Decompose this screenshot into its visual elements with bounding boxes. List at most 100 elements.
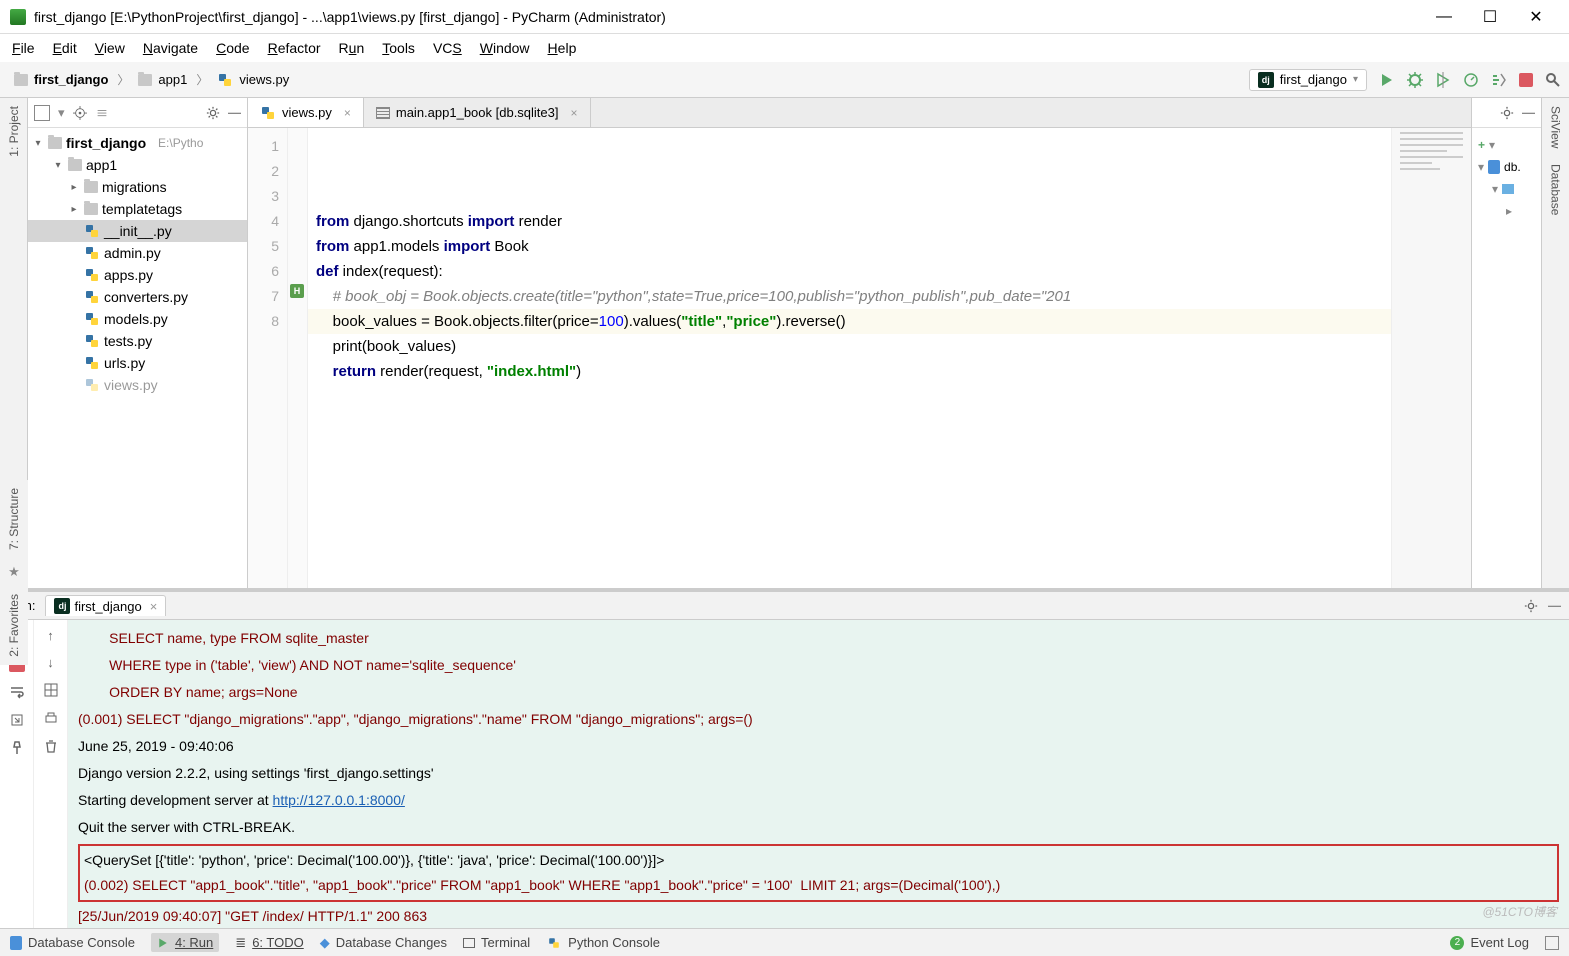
breadcrumb-app1[interactable]: app1 xyxy=(132,70,193,89)
tree-file-admin[interactable]: admin.py xyxy=(28,242,247,264)
gear-icon[interactable] xyxy=(1524,599,1538,613)
sb-python-console[interactable]: Python Console xyxy=(546,935,660,951)
python-icon xyxy=(217,72,233,88)
run-tab[interactable]: dj first_django × xyxy=(45,595,166,616)
locate-icon[interactable] xyxy=(73,106,87,120)
menu-navigate[interactable]: Navigate xyxy=(143,40,198,56)
line-number-gutter[interactable]: 12345678 xyxy=(248,128,288,588)
sb-db-console[interactable]: Database Console xyxy=(10,935,135,950)
db-node[interactable]: ▾db. xyxy=(1478,156,1535,178)
database-icon xyxy=(10,936,22,950)
up-arrow-icon[interactable]: ↑ xyxy=(47,628,54,643)
menu-code[interactable]: Code xyxy=(216,40,249,56)
tree-root[interactable]: ▾first_django E:\Pytho xyxy=(28,132,247,154)
chevron-down-icon: ▾ xyxy=(1353,74,1358,85)
pycharm-icon xyxy=(10,9,26,25)
database-tab[interactable]: Database xyxy=(1547,156,1565,223)
close-icon[interactable]: × xyxy=(344,106,351,120)
down-arrow-icon[interactable]: ↓ xyxy=(47,655,54,670)
debug-icon[interactable] xyxy=(1407,72,1423,88)
tree-migrations[interactable]: ▸migrations xyxy=(28,176,247,198)
minimize-button[interactable]: — xyxy=(1421,2,1467,32)
event-count-badge: 2 xyxy=(1450,936,1464,950)
scroll-to-end-icon[interactable] xyxy=(9,712,25,728)
scope-icon[interactable] xyxy=(34,105,50,121)
close-icon[interactable]: × xyxy=(150,599,158,614)
stop-icon[interactable] xyxy=(1519,73,1533,87)
pin-icon[interactable] xyxy=(9,740,25,756)
run-nav: ↑ ↓ xyxy=(34,620,68,928)
project-tree[interactable]: ▾first_django E:\Pytho ▾app1 ▸migrations… xyxy=(28,128,247,588)
tab-db[interactable]: main.app1_book [db.sqlite3]× xyxy=(364,98,591,127)
menu-vcs[interactable]: VCS xyxy=(433,40,462,56)
trash-icon[interactable] xyxy=(43,738,59,754)
tree-file-models[interactable]: models.py xyxy=(28,308,247,330)
menu-edit[interactable]: Edit xyxy=(53,40,77,56)
table-icon xyxy=(376,107,390,119)
hide-icon[interactable]: — xyxy=(1548,598,1561,613)
tree-file-tests[interactable]: tests.py xyxy=(28,330,247,352)
project-toolwindow-tab[interactable]: 1: Project xyxy=(5,98,23,165)
hide-icon[interactable]: — xyxy=(1522,105,1535,120)
menu-window[interactable]: Window xyxy=(480,40,530,56)
menu-tools[interactable]: Tools xyxy=(382,40,415,56)
tree-app1[interactable]: ▾app1 xyxy=(28,154,247,176)
profile-icon[interactable] xyxy=(1463,72,1479,88)
tree-file-views[interactable]: views.py xyxy=(28,374,247,396)
db-subnode[interactable]: ▾ xyxy=(1478,178,1535,200)
sb-terminal[interactable]: Terminal xyxy=(463,935,530,950)
search-everywhere-icon[interactable] xyxy=(1545,72,1561,88)
tree-file-init[interactable]: __init__.py xyxy=(28,220,247,242)
db-add[interactable]: +▾ xyxy=(1478,134,1535,156)
hide-icon[interactable]: — xyxy=(228,105,241,120)
close-button[interactable]: ✕ xyxy=(1513,2,1559,32)
breadcrumb-root[interactable]: first_django xyxy=(8,70,114,89)
sb-todo[interactable]: ≣6: TODO xyxy=(235,935,303,951)
maximize-button[interactable]: ☐ xyxy=(1467,2,1513,32)
sb-event-log[interactable]: 2Event Log xyxy=(1450,935,1529,950)
python-icon xyxy=(260,105,276,121)
tree-file-converters[interactable]: converters.py xyxy=(28,286,247,308)
coverage-icon[interactable] xyxy=(1435,72,1451,88)
gear-icon[interactable] xyxy=(206,106,220,120)
editor-tabs: views.py× main.app1_book [db.sqlite3]× xyxy=(248,98,1471,128)
menu-run[interactable]: Run xyxy=(339,40,365,56)
marker-gutter[interactable]: H xyxy=(288,128,308,588)
concurrent-icon[interactable] xyxy=(1491,72,1507,88)
soft-wrap-icon[interactable] xyxy=(9,684,25,700)
dropdown-icon[interactable]: ▾ xyxy=(58,105,65,121)
run-icon[interactable] xyxy=(1379,72,1395,88)
tree-templatetags[interactable]: ▸templatetags xyxy=(28,198,247,220)
menubar: File Edit View Navigate Code Refactor Ru… xyxy=(0,34,1569,62)
layout-icon[interactable] xyxy=(43,682,59,698)
menu-view[interactable]: View xyxy=(95,40,125,56)
run-config-selector[interactable]: dj first_django ▾ xyxy=(1249,69,1367,91)
minimap[interactable] xyxy=(1391,128,1471,588)
tree-file-apps[interactable]: apps.py xyxy=(28,264,247,286)
code-editor[interactable]: from django.shortcuts import render from… xyxy=(308,128,1391,588)
run-actions xyxy=(0,620,34,928)
star-icon[interactable]: ★ xyxy=(2,558,26,586)
tab-views[interactable]: views.py× xyxy=(248,98,364,127)
server-url-link[interactable]: http://127.0.0.1:8000/ xyxy=(273,792,405,808)
gear-icon[interactable] xyxy=(1500,106,1514,120)
print-icon[interactable] xyxy=(43,710,59,726)
database-icon xyxy=(1488,160,1500,174)
folder-icon xyxy=(14,74,28,86)
tree-file-urls[interactable]: urls.py xyxy=(28,352,247,374)
sb-run[interactable]: 4: Run xyxy=(151,933,219,952)
close-icon[interactable]: × xyxy=(571,106,578,120)
breadcrumb-file[interactable]: views.py xyxy=(211,70,295,90)
menu-help[interactable]: Help xyxy=(548,40,577,56)
menu-file[interactable]: File xyxy=(12,40,35,56)
sb-db-changes[interactable]: ◆Database Changes xyxy=(320,935,447,951)
menu-refactor[interactable]: Refactor xyxy=(268,40,321,56)
structure-tab[interactable]: 7: Structure xyxy=(5,480,23,558)
http-marker-icon[interactable]: H xyxy=(290,284,304,298)
django-icon: dj xyxy=(1258,72,1274,88)
sciview-tab[interactable]: SciView xyxy=(1547,98,1565,156)
run-console[interactable]: SELECT name, type FROM sqlite_master WHE… xyxy=(68,620,1569,928)
collapse-all-icon[interactable] xyxy=(95,106,109,120)
favorites-tab[interactable]: 2: Favorites xyxy=(5,586,23,665)
memory-indicator[interactable] xyxy=(1545,936,1559,950)
